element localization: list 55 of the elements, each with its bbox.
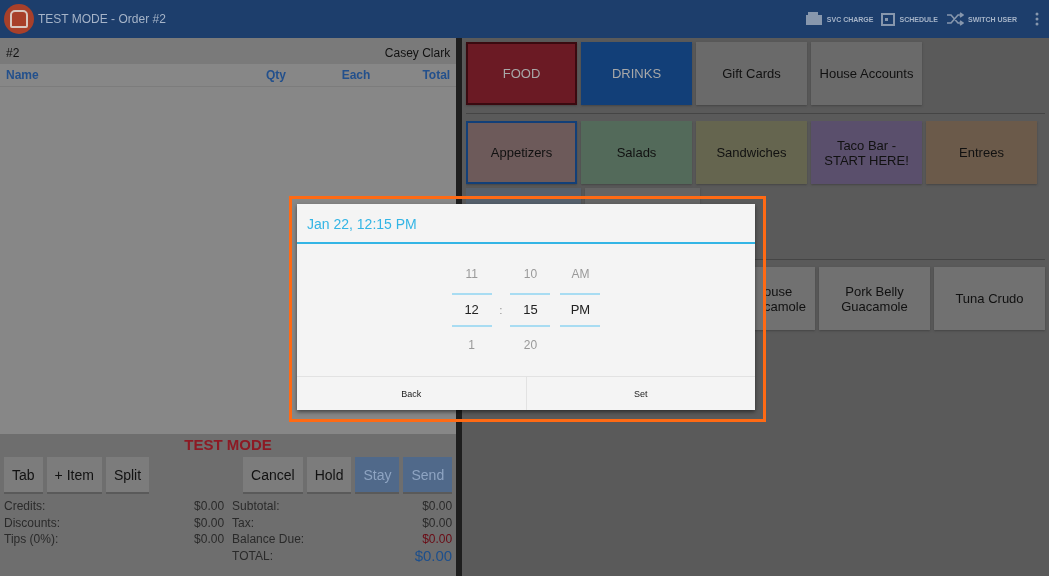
dialog-title: Jan 22, 12:15 PM <box>297 204 755 244</box>
order-button[interactable]: Tab <box>4 457 43 492</box>
dialog-button[interactable]: Back <box>297 377 526 410</box>
order-button[interactable]: Split <box>105 457 150 492</box>
group-tile[interactable]: Appetizers <box>466 121 577 184</box>
category-tile[interactable]: DRINKS <box>581 42 692 105</box>
order-button[interactable]: Cancel <box>243 457 303 492</box>
total-value: $0.00 <box>422 531 453 548</box>
total-label: TOTAL: <box>232 547 273 564</box>
total-value: $0.00 <box>414 547 453 564</box>
total-value: $0.00 <box>194 498 225 515</box>
total-label: Tax: <box>232 514 255 531</box>
column-header: Name <box>6 68 40 82</box>
picker-option[interactable]: 20 <box>523 327 538 364</box>
picker-option[interactable]: AM <box>571 256 590 293</box>
total-label: Credits: <box>4 498 46 515</box>
picker-value[interactable]: 15 <box>510 293 551 327</box>
order-button[interactable]: + Item <box>46 457 102 492</box>
group-tile[interactable]: Salads <box>581 121 692 184</box>
register-icon <box>804 12 823 26</box>
total-value: $0.00 <box>422 514 453 531</box>
total-value: $0.00 <box>194 531 225 548</box>
total-value: $0.00 <box>422 498 453 515</box>
picker-value[interactable]: 12 <box>451 293 492 327</box>
dialog-button[interactable]: Set <box>525 377 755 410</box>
total-label: Tips (0%): <box>4 531 59 548</box>
category-tile[interactable]: Gift Cards <box>696 42 807 105</box>
item-tile[interactable]: Pork Belly Guacamole <box>819 267 930 330</box>
total-label: Discounts: <box>4 514 61 531</box>
column-header: Total <box>421 68 451 82</box>
category-tile[interactable]: FOOD <box>466 42 577 105</box>
picker-option[interactable]: 10 <box>523 256 538 293</box>
calendar-icon <box>881 12 896 26</box>
shuffle-icon <box>946 12 964 26</box>
column-header: Each <box>340 68 372 82</box>
time-separator: : <box>499 304 503 316</box>
order-button[interactable]: Hold <box>306 457 352 492</box>
item-tile[interactable]: Tuna Crudo <box>934 267 1045 330</box>
group-tile[interactable]: Entrees <box>926 121 1037 184</box>
total-value: $0.00 <box>194 514 225 531</box>
category-tile[interactable]: House Accounts <box>811 42 922 105</box>
window-title: TEST MODE - Order #2 <box>38 12 166 26</box>
group-tile[interactable]: Taco Bar - START HERE! <box>811 121 922 184</box>
picker-value[interactable]: PM <box>560 293 601 327</box>
more-menu-icon[interactable] <box>1035 12 1039 26</box>
column-header: Qty <box>265 68 287 82</box>
total-label: Balance Due: <box>232 531 305 548</box>
test-mode-label: TEST MODE <box>183 436 273 453</box>
total-label: Subtotal: <box>232 498 280 515</box>
picker-option[interactable]: 1 <box>468 327 475 364</box>
group-tile[interactable]: Sandwiches <box>696 121 807 184</box>
customer-name: Casey Clark <box>384 46 451 60</box>
picker-option[interactable]: 11 <box>465 256 478 293</box>
order-number: #2 <box>6 46 20 60</box>
logo-icon[interactable] <box>4 4 34 34</box>
